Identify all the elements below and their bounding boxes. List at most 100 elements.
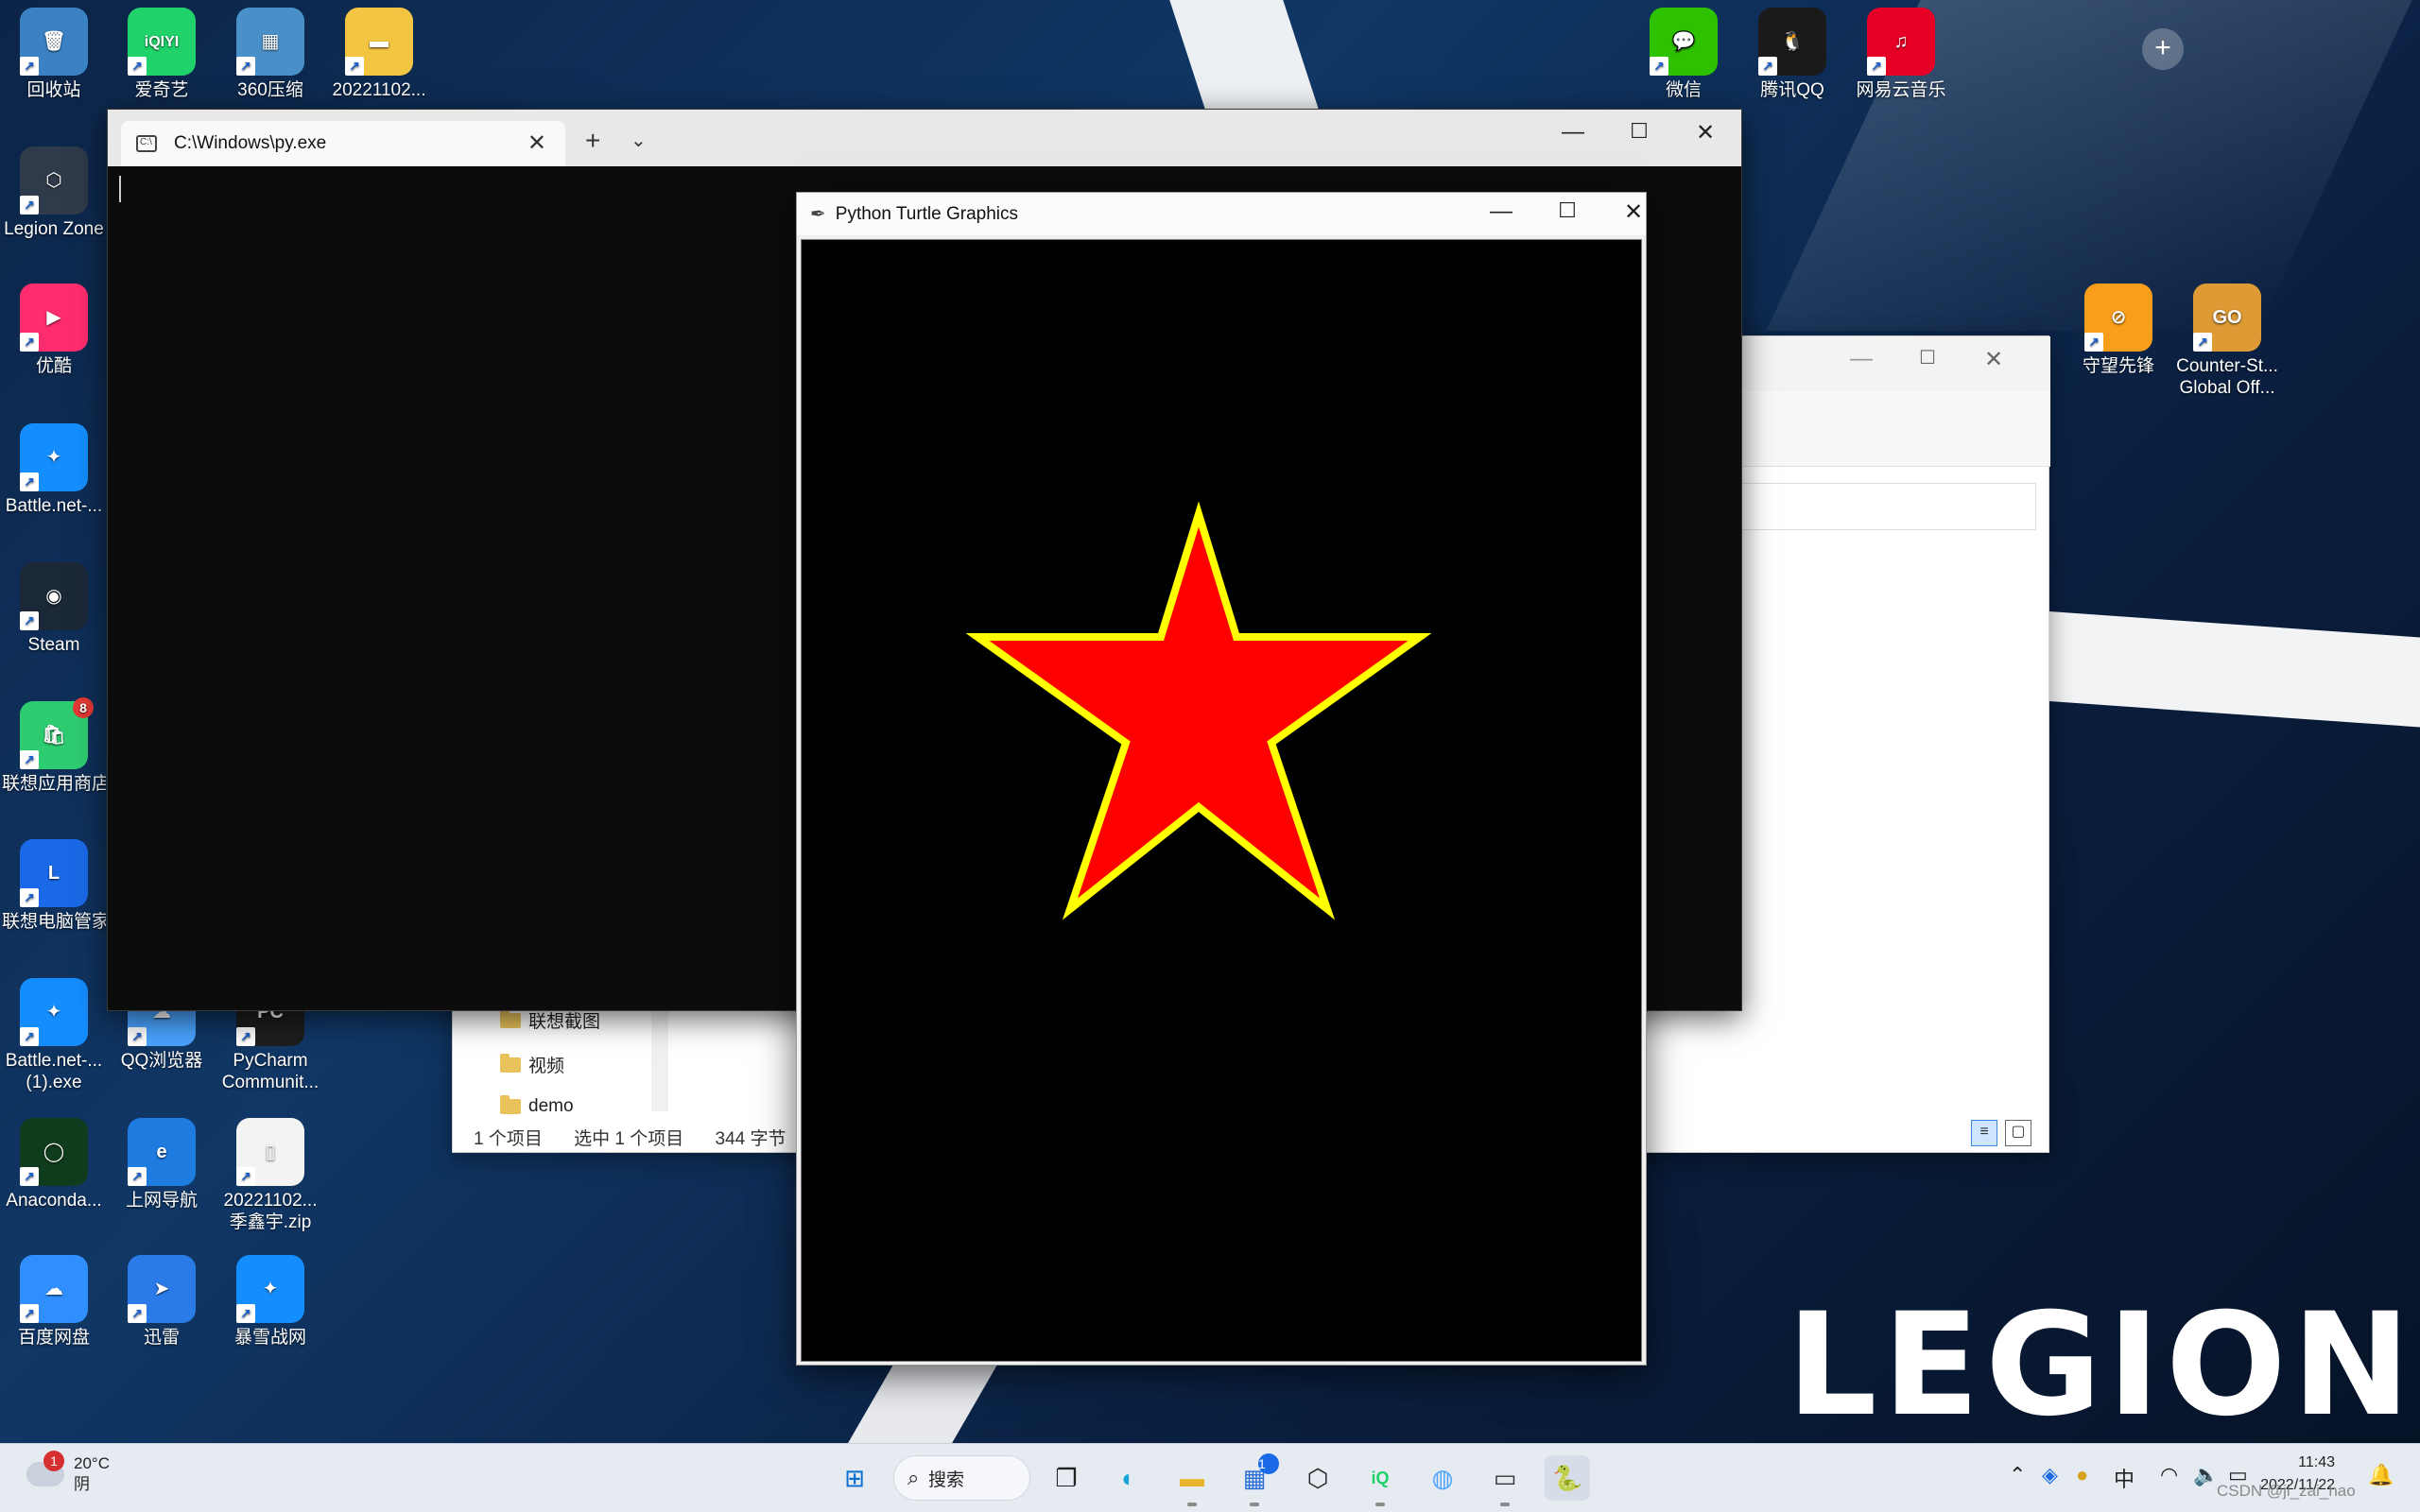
large-icons-view-icon[interactable]: ▢ [2005,1120,2031,1146]
desktop-icon[interactable]: ▶ ↗ 优酷 [2,284,106,377]
red-star [965,501,1432,920]
chevron-down-icon[interactable]: ⌄ [631,129,647,152]
desktop-icon-label: 百度网盘 [17,1328,90,1348]
wifi-icon[interactable]: ◠ [2160,1463,2178,1487]
shortcut-arrow-icon: ↗ [20,196,39,215]
tray-app-icon[interactable]: ● [2076,1463,2088,1487]
desktop-icon[interactable]: ⬡ ↗ Legion Zone [2,146,106,240]
store-icon[interactable]: ▦ 1 [1232,1453,1279,1506]
desktop-icon[interactable]: ✦ ↗ Battle.net-... [2,423,106,517]
notification-bell-icon[interactable]: 🔔 [2368,1463,2394,1487]
ime-indicator[interactable]: 中 [2114,1463,2135,1493]
terminal-icon[interactable]: ▭ [1482,1455,1528,1506]
desktop-icon-label: 20221102... [223,1191,318,1211]
maximize-button[interactable]: ☐ [1539,198,1596,223]
nav-item-demo[interactable]: demo [500,1095,574,1117]
desktop-icon-label: Global Off... [2179,378,2275,398]
terminal-tab[interactable]: C:\ C:\Windows\py.exe ✕ [121,121,565,166]
nav-item-videos[interactable]: 视频 [500,1052,564,1077]
tray-app-icon[interactable]: ◈ [2042,1463,2058,1487]
desktop-icon[interactable]: L ↗ 联想电脑管家 [2,839,106,933]
desktop-icon[interactable]: ♫ ↗ 网易云音乐 [1849,8,1953,101]
iqiyi-icon[interactable]: iQ [1357,1455,1403,1506]
volume-icon[interactable]: 🔈 [2193,1463,2219,1487]
python-icon[interactable]: 🐍 [1545,1455,1590,1501]
desktop-icon[interactable]: e ↗ 上网导航 [110,1118,214,1211]
desktop-icon[interactable]: ▯ ↗ 20221102... 季鑫宇.zip [218,1118,322,1233]
explorer-titlebar[interactable]: — ☐ ✕ [1701,336,2050,391]
chevron-up-icon[interactable]: ⌃ [2009,1463,2026,1487]
desktop-icon-label: Anaconda... [6,1191,102,1211]
tab-close-icon[interactable]: ✕ [527,129,546,157]
maximize-button[interactable]: ☐ [1611,119,1668,144]
desktop-icon[interactable]: ✦ ↗ 暴雪战网 [218,1255,322,1349]
desktop-icon[interactable]: 💬 ↗ 微信 [1632,8,1736,101]
close-button[interactable]: ✕ [1965,346,2022,373]
search-button[interactable]: ⌕ 搜索 [893,1455,1030,1501]
shortcut-arrow-icon: ↗ [1758,57,1777,76]
close-button[interactable]: ✕ [1677,119,1734,146]
desktop-icon[interactable]: ▬ ↗ 20221102... [327,8,431,101]
folder-icon [500,1053,521,1073]
app-icon: ▬ ↗ [345,8,413,76]
desktop-icon[interactable]: ▦ ↗ 360压缩 [218,8,322,101]
turtle-titlebar[interactable]: ✒ Python Turtle Graphics — ☐ ✕ [797,193,1646,235]
desktop-icon[interactable]: ◉ ↗ Steam [2,562,106,656]
new-tab-button[interactable]: + [585,126,600,156]
shortcut-arrow-icon: ↗ [128,1027,147,1046]
desktop-icon[interactable]: iQIYI ↗ 爱奇艺 [110,8,214,101]
shortcut-arrow-icon: ↗ [236,57,255,76]
tab-title: C:\Windows\py.exe [174,133,327,153]
desktop-icon-label: 季鑫宇.zip [229,1212,312,1232]
task-view-icon[interactable]: ❐ [1044,1455,1089,1501]
desktop-icon[interactable]: ⊘ ↗ 守望先锋 [2066,284,2170,377]
shortcut-arrow-icon: ↗ [20,333,39,352]
shortcut-arrow-icon: ↗ [236,1167,255,1186]
details-view-icon[interactable]: ≡ [1971,1120,1997,1146]
maximize-button[interactable]: ☐ [1899,346,1956,369]
shortcut-arrow-icon: ↗ [236,1304,255,1323]
watermark: CSDN @ji_zai_hao [2217,1482,2356,1500]
desktop-icon[interactable]: 🐧 ↗ 腾讯QQ [1740,8,1844,101]
desktop-icon-label: Steam [27,635,80,655]
terminal-tabbar[interactable]: C:\ C:\Windows\py.exe ✕ + ⌄ — ☐ ✕ [108,110,1741,166]
store-badge: 1 [1258,1453,1279,1474]
file-explorer-icon[interactable]: ▬ [1169,1455,1215,1506]
turtle-graphics-window[interactable]: ✒ Python Turtle Graphics — ☐ ✕ [796,192,1647,1366]
shortcut-arrow-icon: ↗ [20,472,39,491]
desktop-icon-label: 腾讯QQ [1760,80,1824,100]
app-icon: ☁ ↗ [20,1255,88,1323]
weather-widget[interactable]: 1 20°C 阴 [26,1451,110,1495]
desktop-icon[interactable]: 🛍 ↗ 8 联想应用商店 [2,697,106,795]
app-icon: 💬 ↗ [1650,8,1718,76]
nav-scrollbar[interactable] [651,998,668,1111]
desktop-icon-label: 联想电脑管家 [2,912,106,932]
start-button[interactable]: ⊞ [832,1455,877,1501]
weather-condition: 阴 [74,1475,90,1493]
desktop-icon[interactable]: ✦ ↗ Battle.net-... (1).exe [2,978,106,1093]
qq-browser-icon[interactable]: ◍ [1420,1455,1465,1501]
shortcut-arrow-icon: ↗ [1650,57,1668,76]
minimize-button[interactable]: — [1473,198,1530,225]
desktop-icon-label: 优酷 [35,356,72,376]
desktop-icon[interactable]: ◯ ↗ Anaconda... [2,1118,106,1211]
desktop-icon[interactable]: GO ↗ Counter-St... Global Off... [2175,284,2279,399]
add-icon[interactable]: + [2142,28,2184,70]
desktop-icon[interactable]: ➤ ↗ 迅雷 [110,1255,214,1349]
nav-item-lenovo-screenshots[interactable]: 联想截图 [500,1007,600,1033]
nav-item-label: 视频 [528,1057,565,1076]
desktop-icon[interactable]: ☁ ↗ 百度网盘 [2,1255,106,1349]
shortcut-arrow-icon: ↗ [20,1167,39,1186]
minimize-button[interactable]: — [1833,346,1890,372]
desktop-icon-label: (1).exe [26,1073,82,1092]
legion-zone-icon[interactable]: ⬡ [1295,1455,1340,1501]
app-icon: ◉ ↗ [20,562,88,630]
explorer-search-input[interactable] [1701,483,2036,530]
turtle-canvas[interactable] [801,239,1642,1362]
desktop-icon[interactable]: 🗑 ↗ 回收站 [2,8,106,101]
edge-icon[interactable]: ◐ [1106,1455,1151,1501]
shortcut-arrow-icon: ↗ [236,1027,255,1046]
minimize-button[interactable]: — [1545,119,1601,146]
close-button[interactable]: ✕ [1605,198,1662,226]
app-icon: GO ↗ [2193,284,2261,352]
